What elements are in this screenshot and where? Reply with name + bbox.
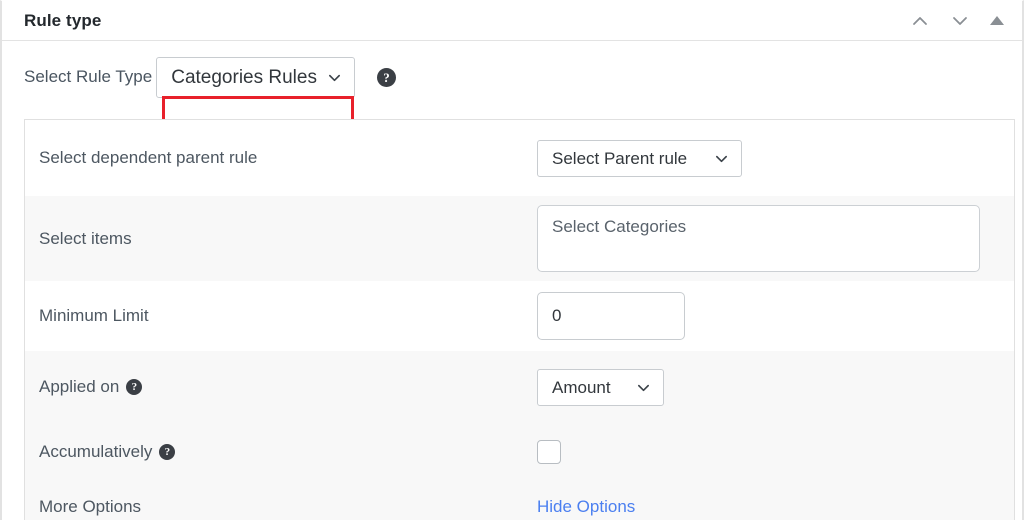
row-more-options: More Options Hide Options [25,481,1014,520]
rule-type-label: Select Rule Type [24,67,153,86]
chevron-down-icon[interactable] [950,11,970,31]
hide-options-link[interactable]: Hide Options [537,497,635,517]
applied-on-select-value: Amount [552,377,611,397]
select-items-label: Select items [39,229,537,249]
page-title: Rule type [24,10,102,30]
row-select-parent-rule: Select dependent parent rule Select Pare… [25,120,1014,196]
select-items-control: Select Categories [537,205,1000,272]
rule-type-panel: Rule type Select Rule Type Categories Ru… [0,0,1024,520]
minimum-limit-label: Minimum Limit [39,306,537,326]
row-accumulatively: Accumulatively ? [25,423,1014,481]
rule-type-select[interactable]: Categories Rules [156,56,355,98]
select-categories-input[interactable]: Select Categories [537,205,980,272]
help-icon[interactable]: ? [126,379,143,395]
parent-rule-select-value: Select Parent rule [552,148,688,168]
accumulatively-control [537,440,1000,464]
chevron-up-icon[interactable] [910,11,930,31]
more-options-label: More Options [39,497,537,517]
applied-on-control: Amount [537,368,1000,406]
rule-options-panel: Select dependent parent rule Select Pare… [24,119,1015,520]
row-select-items: Select items Select Categories [25,196,1014,281]
parent-rule-select[interactable]: Select Parent rule [537,139,742,177]
minimum-limit-control [537,292,1000,340]
select-items-label-text: Select items [39,228,132,248]
minimum-limit-input[interactable] [537,292,685,340]
rule-type-select-value: Categories Rules [171,66,317,88]
accumulatively-label-text: Accumulatively [39,442,153,461]
rule-type-select-wrapper: Categories Rules [156,56,355,98]
applied-on-label-text: Applied on [39,377,120,396]
minimum-limit-label-text: Minimum Limit [39,306,149,325]
help-icon[interactable]: ? [376,67,396,87]
panel-header-tools [910,11,1008,31]
more-options-label-text: More Options [39,497,142,516]
chevron-down-icon [716,155,727,162]
row-applied-on: Applied on ? Amount [25,351,1014,423]
chevron-down-icon [328,74,340,81]
rule-type-row: Select Rule Type Categories Rules ? [2,41,1022,148]
parent-rule-control: Select Parent rule [537,139,1000,177]
panel-header: Rule type [2,1,1022,41]
collapse-triangle-icon[interactable] [990,16,1004,25]
more-options-control: Hide Options [537,497,1000,517]
accumulatively-label: Accumulatively ? [39,442,537,462]
parent-rule-label: Select dependent parent rule [39,148,537,168]
help-icon[interactable]: ? [159,444,176,460]
applied-on-label: Applied on ? [39,377,537,397]
accumulatively-checkbox[interactable] [537,440,561,464]
select-categories-placeholder: Select Categories [552,217,687,236]
parent-rule-label-text: Select dependent parent rule [39,148,258,167]
chevron-down-icon [638,384,649,391]
applied-on-select[interactable]: Amount [537,368,664,406]
row-minimum-limit: Minimum Limit [25,281,1014,351]
